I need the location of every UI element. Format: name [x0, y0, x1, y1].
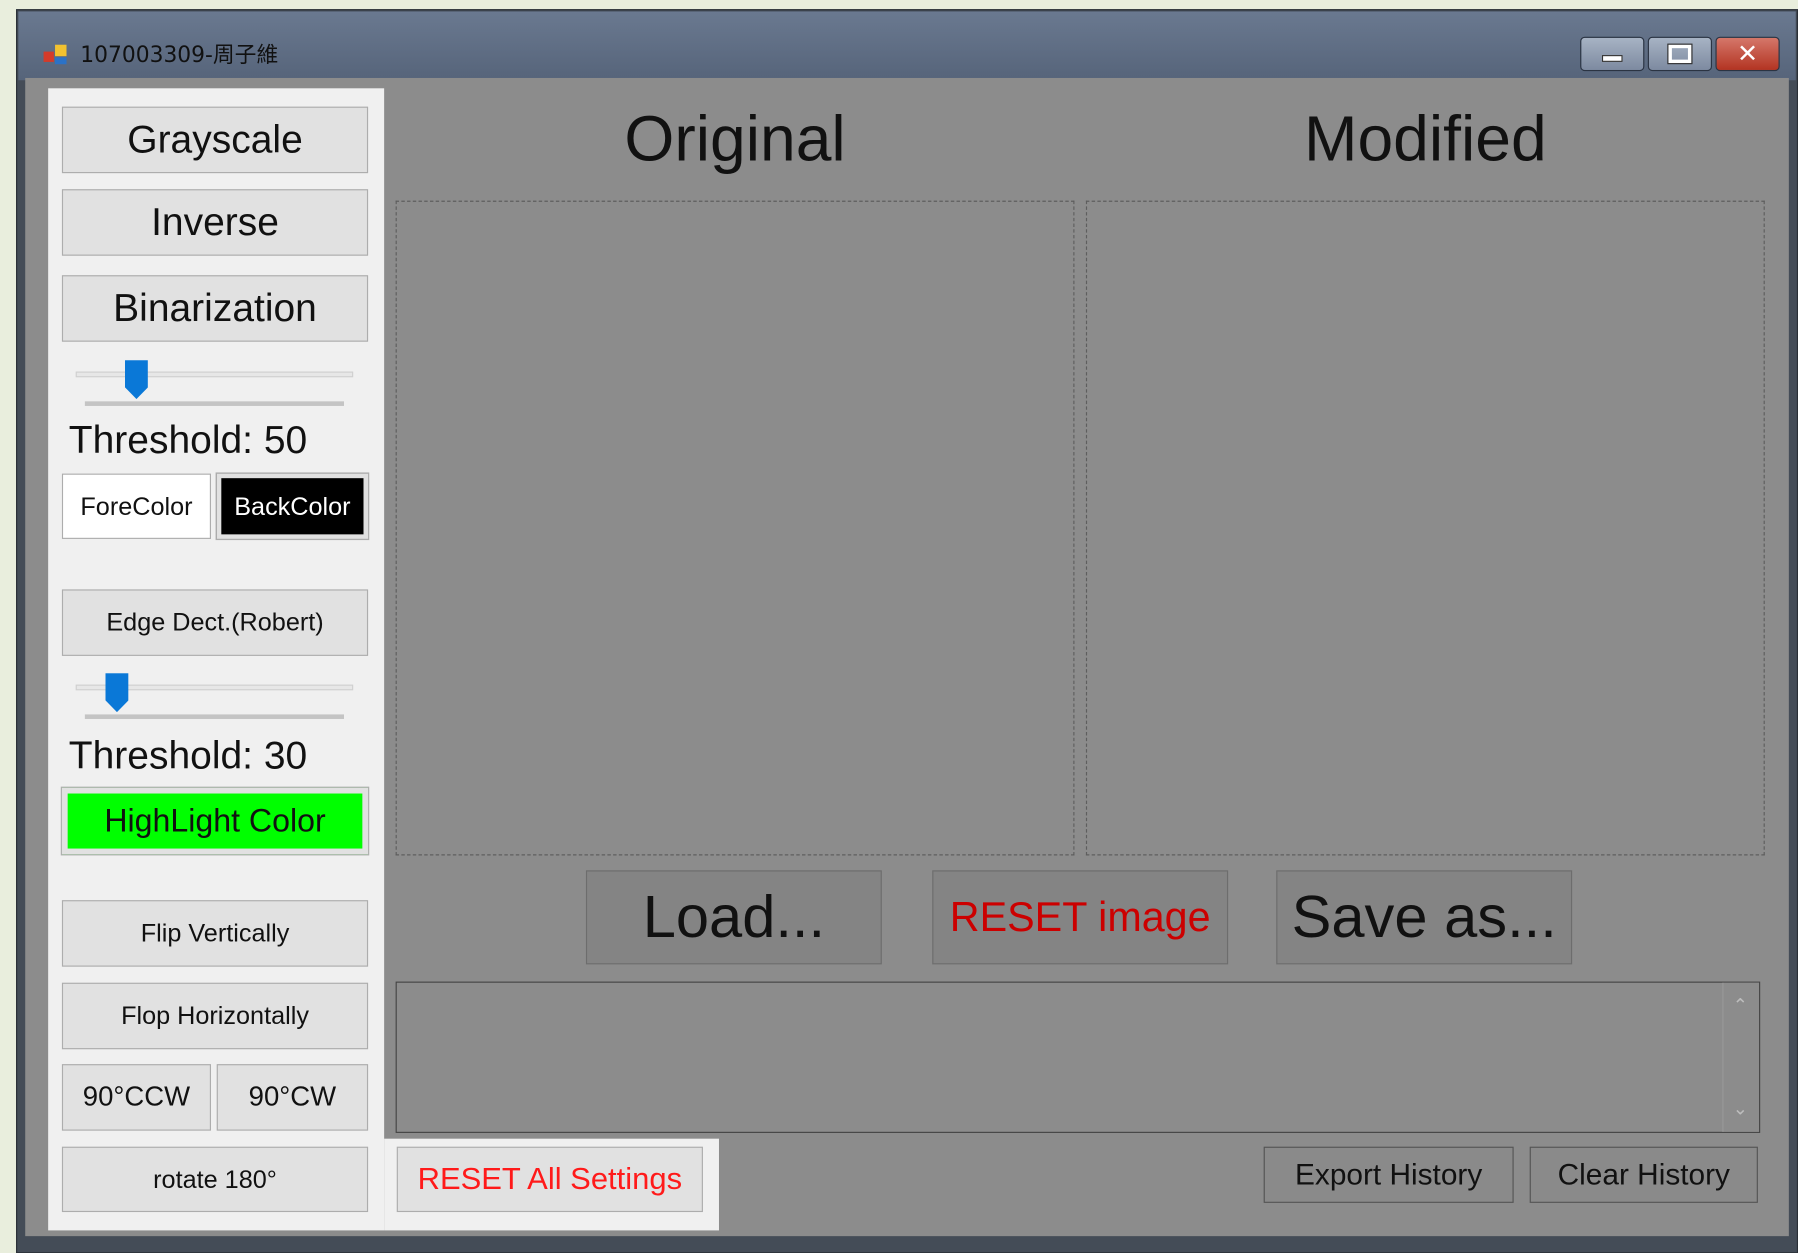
original-heading: Original [624, 102, 846, 175]
slider-thumb[interactable] [124, 360, 148, 400]
flop-horizontally-button[interactable]: Flop Horizontally [61, 982, 369, 1050]
slider-ticks [84, 401, 345, 406]
rotate-ccw-button[interactable]: 90°CCW [61, 1064, 211, 1131]
maximize-button[interactable] [1647, 36, 1713, 72]
inverse-button[interactable]: Inverse [61, 189, 369, 256]
minimize-icon [1601, 55, 1623, 62]
slider-ticks [84, 714, 345, 719]
close-button[interactable]: ✕ [1715, 36, 1780, 72]
backcolor-button[interactable]: BackColor [215, 472, 370, 541]
edge-threshold-label: Threshold: 30 [68, 733, 308, 778]
slider-track [75, 371, 354, 378]
minimize-button[interactable] [1580, 36, 1645, 72]
binarization-button[interactable]: Binarization [61, 275, 369, 342]
window-title: 107003309-周子維 [80, 42, 279, 68]
tools-panel [48, 88, 385, 1231]
binarization-threshold-label: Threshold: 50 [68, 418, 308, 463]
save-as-button[interactable]: Save as... [1276, 870, 1573, 965]
rotate-cw-button[interactable]: 90°CW [216, 1064, 369, 1131]
grayscale-button[interactable]: Grayscale [61, 106, 369, 174]
load-button[interactable]: Load... [585, 870, 882, 965]
slider-thumb[interactable] [105, 673, 129, 713]
edge-detect-button[interactable]: Edge Dect.(Robert) [61, 589, 369, 656]
close-icon: ✕ [1736, 39, 1759, 69]
edge-threshold-slider[interactable] [71, 671, 358, 726]
modified-image-box [1085, 200, 1765, 856]
export-history-button[interactable]: Export History [1263, 1146, 1514, 1203]
history-scrollbar[interactable]: ⌃ ⌄ [1722, 982, 1760, 1132]
history-log[interactable]: ⌃ ⌄ [395, 981, 1761, 1133]
highlight-color-button[interactable]: HighLight Color [60, 786, 370, 856]
modified-heading: Modified [1303, 102, 1547, 175]
flip-vertically-button[interactable]: Flip Vertically [61, 900, 369, 967]
clear-history-button[interactable]: Clear History [1529, 1146, 1758, 1203]
maximize-icon [1667, 43, 1693, 65]
app-icon [43, 42, 69, 65]
rotate-180-button[interactable]: rotate 180° [61, 1146, 369, 1213]
binarization-threshold-slider[interactable] [71, 358, 358, 413]
reset-all-settings-button[interactable]: RESET All Settings [396, 1146, 703, 1213]
scroll-up-icon[interactable]: ⌃ [1733, 994, 1748, 1016]
original-image-box [395, 200, 1075, 856]
scroll-down-icon[interactable]: ⌄ [1733, 1097, 1748, 1119]
title-bar[interactable] [18, 11, 1796, 81]
reset-image-button[interactable]: RESET image [932, 870, 1229, 965]
forecolor-button[interactable]: ForeColor [61, 473, 211, 539]
